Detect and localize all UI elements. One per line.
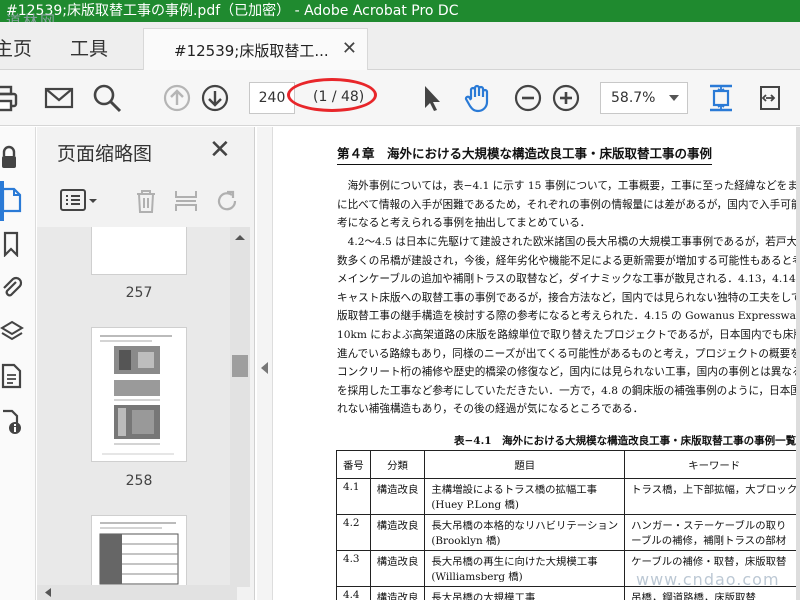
tab-document-label: #12539;床版取替工... bbox=[174, 42, 329, 60]
next-page-icon[interactable] bbox=[199, 82, 231, 114]
paragraph-line: 版取替工事の継手構造を検討する際の参考になると考えられた．4.15 の Gowa… bbox=[337, 310, 800, 323]
paragraph-line: メインケーブルの追加や補剛トラスの取替など，ダイナミックな工事が散見される．4.… bbox=[337, 273, 800, 286]
main-toolbar: 240 (1 / 48) 58.7% bbox=[0, 70, 800, 126]
paragraph-1: 海外事例については，表−4.1 に示す 15 事例について，工事概要，工事に至っ… bbox=[337, 177, 800, 233]
table-row: 4.1 構造改良 主構増設によるトラス橋の拡幅工事 (Huey P.Long 橋)… bbox=[336, 478, 800, 515]
layers-icon[interactable] bbox=[0, 319, 26, 345]
paragraph-2: 4.2〜4.5 は日本に先駆けて建設された欧米諸国の長大吊橋の大規模工事事例であ… bbox=[337, 233, 800, 419]
table-header-row: 番号 分類 題目 キーワード bbox=[336, 450, 800, 479]
tab-home[interactable]: 主页 bbox=[0, 34, 32, 61]
print-icon[interactable] bbox=[0, 82, 20, 114]
thumbnail-page-259[interactable] bbox=[91, 515, 187, 587]
bookmark-icon[interactable] bbox=[0, 231, 26, 258]
document-content-icon[interactable] bbox=[0, 363, 26, 389]
lock-icon[interactable] bbox=[0, 145, 26, 171]
chevron-down-icon bbox=[669, 95, 679, 101]
paragraph-line: 10km におよぶ高架道路の床版を路線単位で取り替えたプロジェクトであるが，日本… bbox=[337, 328, 800, 341]
paragraph-line: キャスト床版への取替工事の事例であるが，接合方法など，国内では見られない独特の工… bbox=[337, 291, 800, 304]
document-scrollbar[interactable] bbox=[796, 127, 800, 600]
panel-title: 页面缩略图 bbox=[57, 143, 153, 165]
navigation-rail bbox=[0, 127, 36, 600]
document-info-icon[interactable] bbox=[0, 409, 26, 435]
zoom-level-value: 58.7% bbox=[611, 90, 656, 106]
cell-category: 構造改良 bbox=[369, 550, 426, 587]
thumbnail-page-258[interactable] bbox=[91, 327, 187, 462]
chapter-title: 第４章 海外における大規模な構造改良工事・床版取替工事の事例 bbox=[337, 143, 713, 165]
cell-number: 4.2 bbox=[336, 514, 371, 551]
select-cursor-icon[interactable] bbox=[416, 82, 448, 114]
paragraph-line: 海外事例については，表−4.1 に示す 15 事例について，工事概要，工事に至っ… bbox=[337, 180, 800, 192]
cell-title: 主構増設によるトラス橋の拡幅工事 (Huey P.Long 橋) bbox=[424, 478, 626, 515]
attachment-icon[interactable] bbox=[0, 275, 26, 301]
options-menu-icon[interactable] bbox=[59, 187, 99, 219]
paragraph-line: れない補強構造もあり，その後の経過が気になるところである． bbox=[337, 403, 644, 416]
tab-document[interactable]: #12539;床版取替工... ✕ bbox=[143, 28, 368, 70]
tab-tools[interactable]: 工具 bbox=[70, 34, 108, 61]
chevron-left-icon bbox=[261, 362, 268, 374]
zoom-in-icon[interactable] bbox=[550, 82, 582, 114]
cell-title: 長大吊橋の大規模工事 bbox=[424, 586, 626, 600]
tab-bar: 主页 工具 #12539;床版取替工... ✕ bbox=[0, 22, 800, 70]
header-keyword: キーワード bbox=[624, 450, 800, 479]
thumbnail-page-257[interactable] bbox=[91, 227, 187, 275]
panel-toolbar bbox=[37, 183, 255, 223]
header-category: 分類 bbox=[369, 450, 426, 479]
window-title: #12539;床版取替工事の事例.pdf（已加密） - Adobe Acroba… bbox=[6, 3, 459, 19]
close-panel-icon[interactable]: ✕ bbox=[209, 135, 231, 165]
paragraph-line: 考になると考えられる事例を抽出してまとめている． bbox=[337, 217, 591, 230]
cell-number: 4.4 bbox=[336, 586, 371, 600]
hand-tool-icon[interactable] bbox=[462, 82, 494, 114]
zoom-level-select[interactable]: 58.7% bbox=[600, 82, 688, 114]
scroll-up-icon[interactable] bbox=[230, 230, 250, 244]
thumbnail-list[interactable]: 257 258 bbox=[37, 227, 237, 587]
previous-page-icon[interactable] bbox=[161, 82, 193, 114]
page-thumbnails-icon[interactable] bbox=[0, 187, 26, 213]
delete-page-icon[interactable] bbox=[132, 187, 160, 219]
thumbnail-horizontal-scrollbar[interactable] bbox=[37, 585, 237, 600]
paragraph-line: コンクリート桁の補修や歴史的橋梁の修復など，国内には見られない工事，国内の事例と… bbox=[337, 366, 800, 379]
thumbnail-scrollbar-thumb[interactable] bbox=[232, 355, 248, 377]
cell-number: 4.1 bbox=[336, 478, 371, 515]
page-thumbnails-panel: 页面缩略图 ✕ 257 258 bbox=[37, 127, 255, 600]
watermark-bottom: www.cndao.com bbox=[636, 570, 780, 589]
acrobat-window: #12539;床版取替工事の事例.pdf（已加密） - Adobe Acroba… bbox=[0, 0, 800, 600]
cell-title: 長大吊橋の本格的なリハビリテーション (Brooklyn 橋) bbox=[424, 514, 626, 551]
extract-page-icon[interactable] bbox=[172, 187, 200, 219]
paragraph-line: 4.2〜4.5 は日本に先駆けて建設された欧米諸国の長大吊橋の大規模工事事例であ… bbox=[337, 236, 800, 248]
zoom-out-icon[interactable] bbox=[512, 82, 544, 114]
cell-category: 構造改良 bbox=[369, 478, 426, 515]
thumbnail-label-258: 258 bbox=[125, 473, 153, 489]
header-title: 題目 bbox=[424, 450, 626, 479]
scroll-left-icon[interactable] bbox=[41, 585, 55, 600]
fit-page-icon[interactable] bbox=[705, 82, 737, 114]
thumbnail-label-257: 257 bbox=[125, 285, 153, 301]
table-row: 4.2 構造改良 長大吊橋の本格的なリハビリテーション (Brooklyn 橋) … bbox=[336, 514, 800, 551]
window-title-bar: #12539;床版取替工事の事例.pdf（已加密） - Adobe Acroba… bbox=[0, 0, 800, 22]
cell-title: 長大吊橋の再生に向けた大規模工事 (Williamsberg 橋) bbox=[424, 550, 626, 587]
close-tab-icon[interactable]: ✕ bbox=[342, 38, 357, 59]
annotation-highlight-ellipse bbox=[287, 78, 377, 112]
header-number: 番号 bbox=[336, 450, 371, 479]
document-view[interactable]: 第４章 海外における大規模な構造改良工事・床版取替工事の事例 海外事例については… bbox=[274, 127, 800, 600]
cell-keyword: ハンガー・ステーケーブルの取り ーブルの補修，補剛トラスの部材 bbox=[624, 514, 800, 551]
cell-number: 4.3 bbox=[336, 550, 371, 587]
rotate-page-icon[interactable] bbox=[754, 82, 786, 114]
table-title: 表−4.1 海外における大規模な構造改良工事・床版取替工事の事例一覧表 bbox=[454, 435, 800, 447]
paragraph-line: 進んでいる路線もあり，同様のニーズが出てくる可能性があるものと考え，プロジェクト… bbox=[337, 347, 800, 360]
cell-keyword: トラス橋，上下部拡幅，大ブロック bbox=[624, 478, 800, 515]
panel-collapse-handle[interactable] bbox=[257, 127, 273, 600]
paragraph-line: を採用した工事など参考にしていただきたい．一方で，4.8 の鋼床版の補強事例のよ… bbox=[337, 384, 800, 397]
cell-category: 構造改良 bbox=[369, 586, 426, 600]
email-icon[interactable] bbox=[43, 82, 75, 114]
paragraph-line: に比べて情報の入手が困難であるため，それぞれの事例の情報量には差があるが，国内で… bbox=[337, 198, 800, 211]
paragraph-line: 数多くの吊橋が建設され，今後，経年劣化や機能不足による更新需要が増加する可能性も… bbox=[337, 254, 800, 267]
thumbnail-scrollbar[interactable] bbox=[230, 227, 250, 587]
cell-category: 構造改良 bbox=[369, 514, 426, 551]
rotate-icon[interactable] bbox=[213, 187, 241, 219]
search-icon[interactable] bbox=[91, 82, 123, 114]
